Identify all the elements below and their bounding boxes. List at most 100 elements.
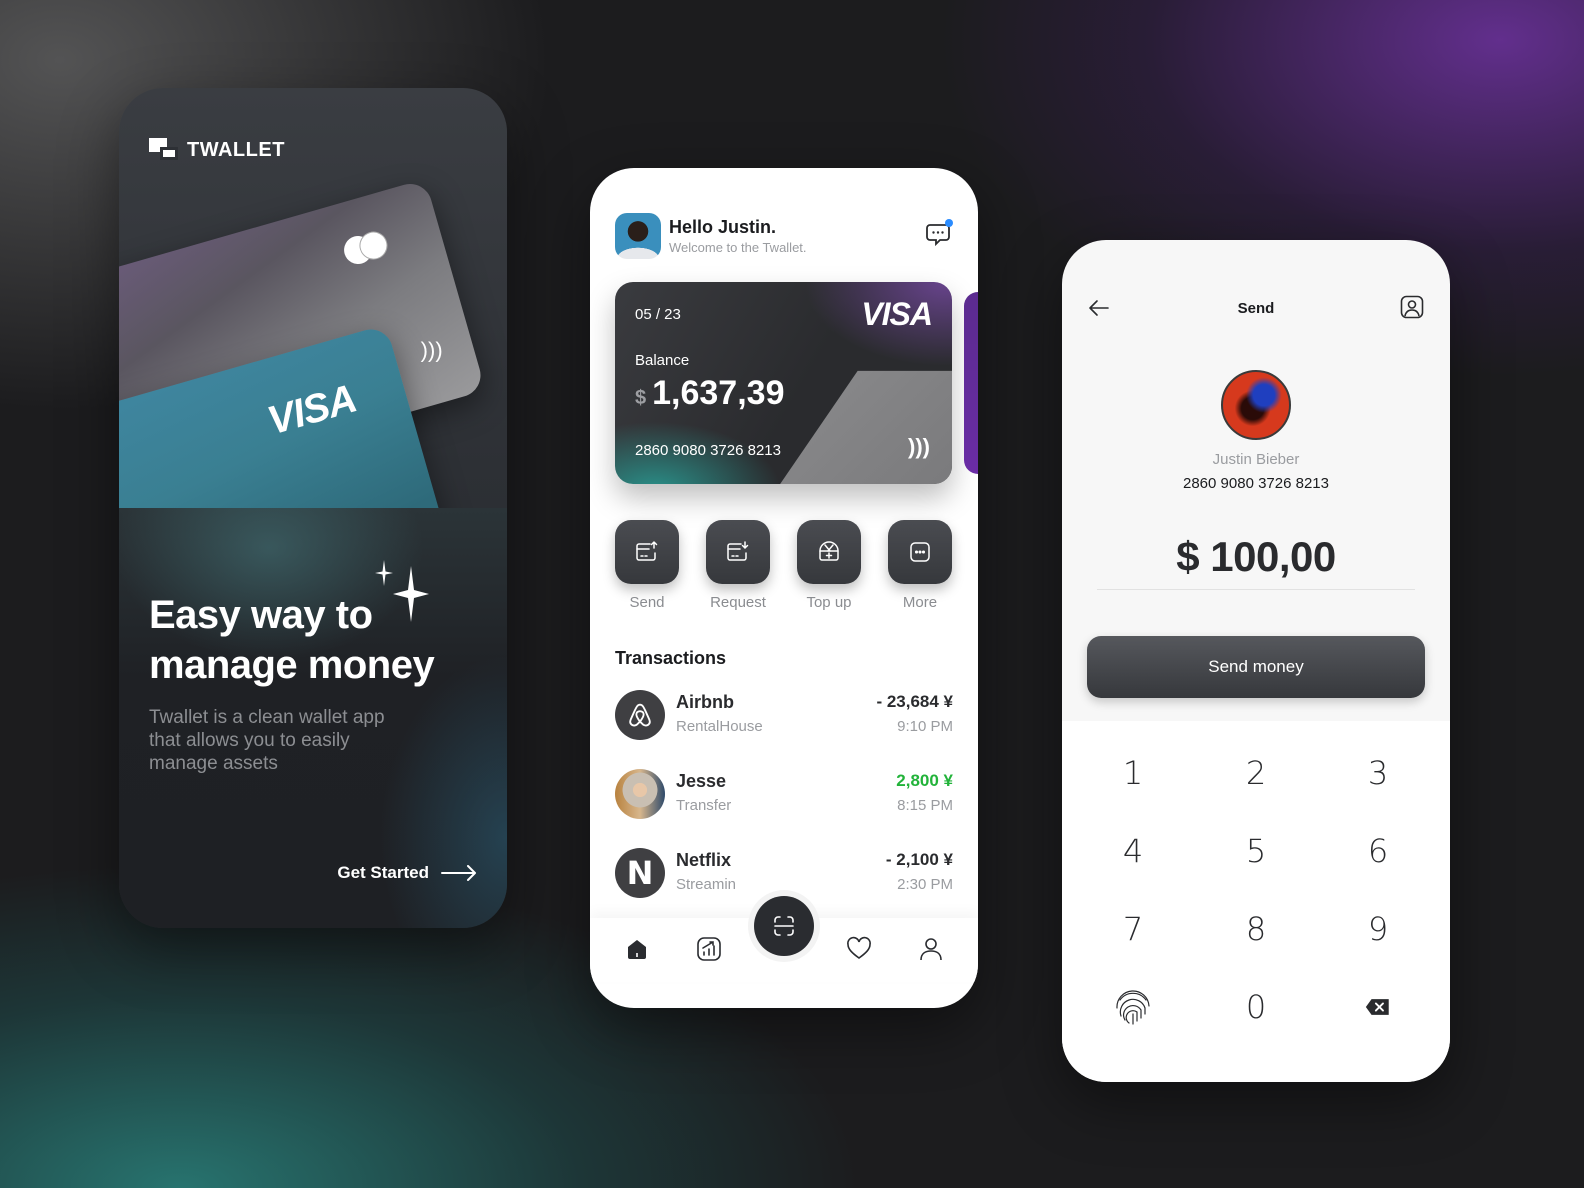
key-2[interactable]: 2 — [1206, 743, 1306, 803]
fingerprint-icon — [1116, 990, 1150, 1025]
brand-logo: TWALLET — [149, 138, 285, 162]
amount-underline — [1097, 589, 1415, 590]
transaction-time: 2:30 PM — [897, 876, 953, 893]
key-0[interactable]: 0 — [1206, 977, 1306, 1037]
card-send-icon — [636, 540, 658, 561]
recipient-avatar — [1221, 370, 1291, 440]
description: Twallet is a clean wallet app that allow… — [149, 707, 385, 774]
user-icon — [920, 938, 942, 961]
netflix-logo-icon: N — [615, 848, 665, 898]
nfc-icon: ))) — [908, 434, 930, 459]
sparkle-icon — [375, 560, 393, 586]
wallet-add-icon — [819, 541, 839, 561]
visa-logo: VISA — [861, 296, 933, 332]
get-started-button[interactable]: Get Started — [337, 863, 477, 883]
topup-action-label: Top up — [806, 594, 852, 611]
scan-button[interactable] — [754, 896, 814, 956]
home-header: Hello Justin. Welcome to the Twallet. — [615, 213, 953, 259]
netflix-glyph: N — [626, 854, 654, 892]
twallet-logo-icon — [149, 138, 179, 162]
key-4[interactable]: 4 — [1083, 821, 1183, 881]
backspace-button[interactable] — [1328, 977, 1428, 1037]
headline-line-1: Easy way to — [149, 593, 373, 637]
nav-profile[interactable] — [918, 936, 944, 962]
transaction-category: RentalHouse — [676, 718, 763, 735]
onboarding-content: Easy way to manage money Twallet is a cl… — [119, 508, 507, 928]
balance-card[interactable]: 05 / 23 VISA Balance $ 1,637,39 2860 908… — [615, 282, 952, 484]
airbnb-logo-icon — [615, 690, 665, 740]
card-number: 2860 9080 3726 8213 — [635, 442, 781, 459]
notification-dot — [945, 219, 953, 227]
amount-input[interactable]: $ 100,00 — [1062, 533, 1450, 581]
onboarding-screen: TWALLET ))) VISA Easy way to manage mone… — [119, 88, 507, 928]
greeting: Hello Justin. — [669, 217, 777, 237]
nav-home[interactable] — [624, 936, 650, 962]
next-card-peek[interactable] — [964, 292, 978, 474]
send-action-button[interactable]: Send — [615, 520, 679, 611]
quick-actions: Send Request Top up More — [615, 520, 952, 611]
home-screen: Hello Justin. Welcome to the Twallet. 05… — [590, 168, 978, 1008]
headline: Easy way to manage money — [149, 590, 435, 690]
transaction-row[interactable]: Airbnb RentalHouse - 23,684 ¥ 9:10 PM — [615, 688, 953, 767]
transaction-name: Jesse — [676, 771, 727, 791]
more-action-button[interactable]: More — [888, 520, 952, 611]
recipient-name: Justin Bieber — [1212, 451, 1300, 468]
page-title: Send — [1237, 300, 1275, 317]
transaction-name: Airbnb — [676, 692, 734, 712]
card-expiry: 05 / 23 — [635, 306, 681, 323]
brand-name: TWALLET — [187, 138, 285, 161]
key-8[interactable]: 8 — [1206, 899, 1306, 959]
nfc-icon: ))) — [420, 337, 443, 363]
transaction-amount: - 23,684 ¥ — [876, 692, 953, 711]
transaction-name: Netflix — [676, 850, 732, 870]
fingerprint-button[interactable] — [1083, 977, 1183, 1037]
mastercard-logo-icon — [340, 227, 395, 269]
transaction-amount: - 2,100 ¥ — [885, 850, 953, 869]
home-icon — [628, 940, 646, 959]
send-screen: Send Justin Bieber 2860 9080 3726 8213 $… — [1062, 240, 1450, 1082]
transaction-amount: 2,800 ¥ — [896, 771, 953, 790]
chat-button[interactable] — [925, 219, 953, 247]
more-action-label: More — [902, 594, 938, 611]
transactions-title: Transactions — [615, 648, 727, 668]
key-6[interactable]: 6 — [1328, 821, 1428, 881]
transaction-time: 9:10 PM — [897, 718, 953, 735]
headline-line-2: manage money — [149, 643, 435, 687]
transaction-category: Streamin — [676, 876, 737, 893]
numeric-keypad: 1 2 3 4 5 6 7 8 9 0 — [1062, 721, 1450, 1082]
avatar — [615, 769, 665, 819]
more-icon — [910, 542, 930, 562]
key-9[interactable]: 9 — [1328, 899, 1428, 959]
topup-action-button[interactable]: Top up — [797, 520, 861, 611]
heart-icon — [847, 936, 871, 959]
send-money-button[interactable]: Send money — [1087, 636, 1425, 698]
scan-icon — [774, 916, 794, 936]
nav-favorites[interactable] — [846, 936, 872, 962]
transaction-time: 8:15 PM — [897, 797, 953, 814]
request-action-label: Request — [710, 594, 766, 611]
balance-value: 1,637,39 — [652, 374, 785, 412]
balance-currency: $ — [635, 387, 647, 409]
recipient-account: 2860 9080 3726 8213 — [1183, 475, 1329, 492]
request-action-button[interactable]: Request — [706, 520, 770, 611]
transactions-list: Airbnb RentalHouse - 23,684 ¥ 9:10 PM Je… — [615, 688, 953, 925]
transaction-row[interactable]: Jesse Transfer 2,800 ¥ 8:15 PM — [615, 767, 953, 846]
contact-icon[interactable] — [1400, 295, 1424, 319]
greeting-subtitle: Welcome to the Twallet. — [669, 240, 807, 255]
chart-icon — [697, 937, 721, 961]
balance-amount: $ 1,637,39 — [635, 374, 784, 413]
visa-logo: VISA — [262, 376, 361, 444]
avatar[interactable] — [615, 213, 661, 259]
transaction-category: Transfer — [676, 797, 732, 814]
key-5[interactable]: 5 — [1206, 821, 1306, 881]
key-3[interactable]: 3 — [1328, 743, 1428, 803]
arrow-right-icon — [441, 865, 476, 881]
send-action-label: Send — [629, 594, 665, 611]
nav-statistics[interactable] — [696, 936, 722, 962]
key-7[interactable]: 7 — [1083, 899, 1183, 959]
balance-label: Balance — [635, 352, 690, 369]
backspace-icon — [1365, 999, 1389, 1015]
get-started-label: Get Started — [337, 863, 429, 882]
key-1[interactable]: 1 — [1083, 743, 1183, 803]
card-request-icon — [727, 541, 749, 561]
